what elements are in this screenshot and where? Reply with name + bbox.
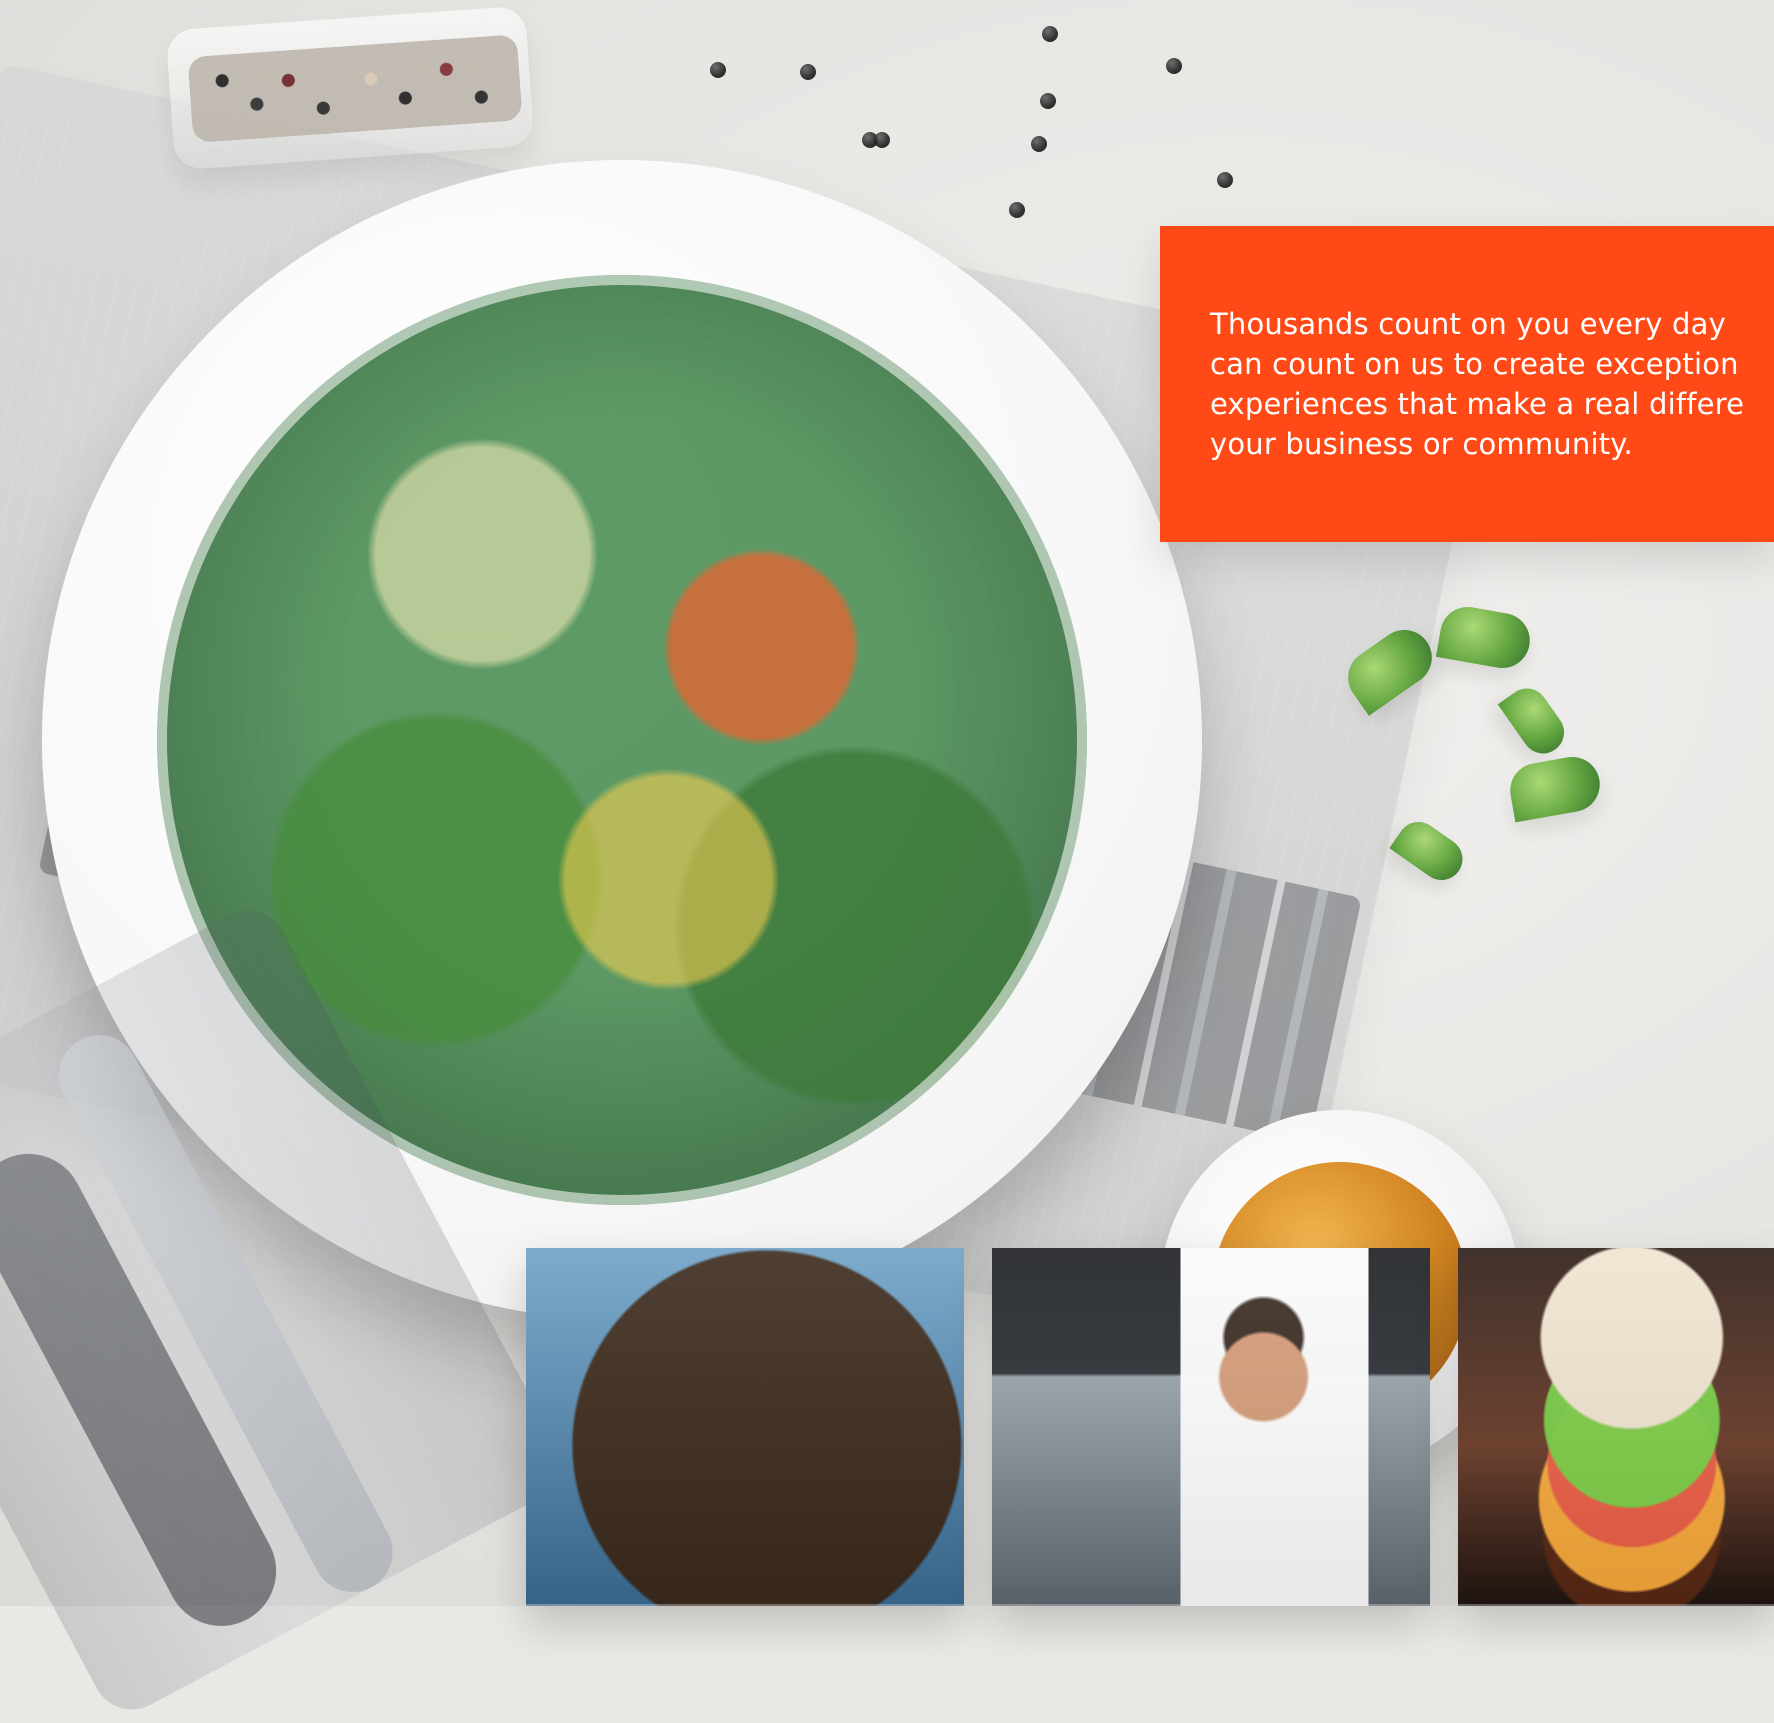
peppercorn — [710, 62, 726, 78]
peppercorn — [1009, 202, 1025, 218]
peppercorn — [800, 64, 816, 80]
peppercorn — [1040, 93, 1056, 109]
peppercorn — [1031, 136, 1047, 152]
burger-image — [1458, 1248, 1774, 1606]
peppercorn — [1217, 172, 1233, 188]
callout-line: experiences that make a real differe — [1210, 387, 1745, 421]
callout-line: Thousands count on you every day — [1210, 307, 1726, 341]
peppercorn — [1042, 26, 1058, 42]
pepper-jar — [165, 5, 535, 171]
leaf — [1435, 602, 1535, 673]
chef-image — [992, 1248, 1430, 1606]
smoothie-bowl-image — [526, 1248, 964, 1606]
leaf — [1389, 813, 1471, 889]
callout-text: Thousands count on you every day can cou… — [1210, 304, 1774, 464]
peppercorn — [874, 132, 890, 148]
callout-box: Thousands count on you every day can cou… — [1160, 226, 1774, 542]
leaf — [1497, 680, 1573, 762]
leaf — [1505, 752, 1605, 823]
peppercorn — [1166, 58, 1182, 74]
callout-line: your business or community. — [1210, 427, 1633, 461]
callout-line: can count on us to create exception — [1210, 347, 1739, 381]
